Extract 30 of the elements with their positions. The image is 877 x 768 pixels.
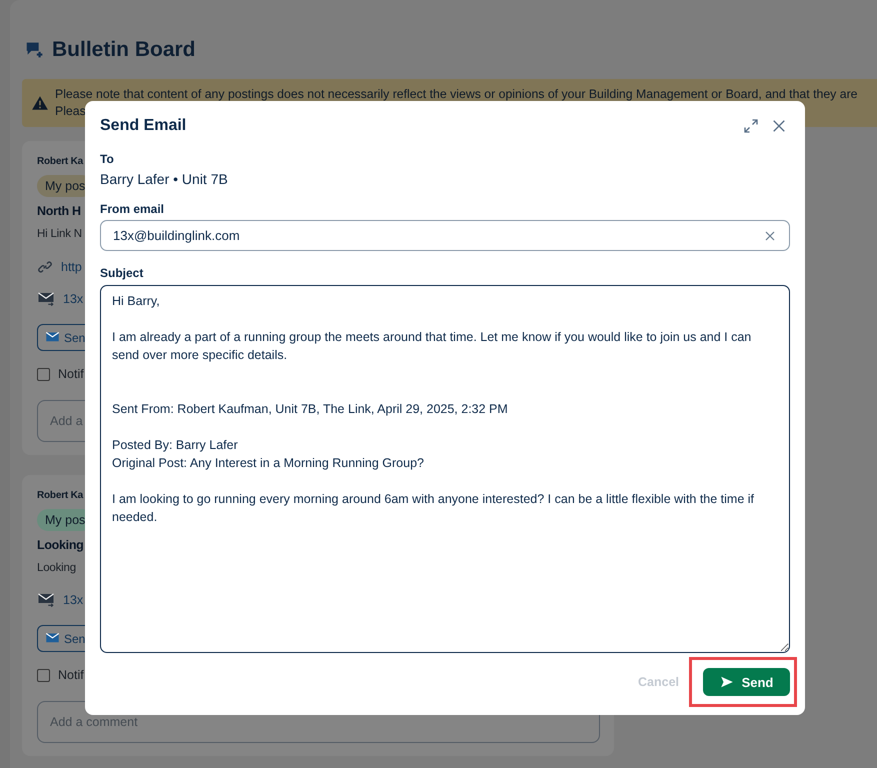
message-field[interactable]: Hi Barry, I am already a part of a running group the meets around that time. Let me know if you would like to join us and I can send over more specific details. Sent From: Robert Kaufman, Unit 7B, The Link, April 29, 2025, 2:32 PM Posted By: Barry Lafer Original Post: Any Interest in a Morning Running Group? I am looking to go running every morning around 6am with anyone interested? I can be a little flexible with the time if needed. bbox=[100, 285, 790, 653]
email-link[interactable]: 13x bbox=[63, 292, 84, 306]
post-body: Hi Link N bbox=[37, 227, 82, 242]
notice-text: Pleas bbox=[55, 103, 87, 120]
dialog-title: Send Email bbox=[100, 117, 186, 135]
expand-icon[interactable] bbox=[742, 117, 760, 135]
send-button[interactable]: Send bbox=[703, 668, 790, 696]
email-link[interactable]: 13x bbox=[63, 593, 84, 607]
author-name: Robert Ka bbox=[37, 155, 83, 168]
field-label: Subject bbox=[100, 266, 144, 280]
notify-checkbox[interactable] bbox=[37, 368, 50, 380]
post-link[interactable]: http bbox=[61, 260, 82, 274]
warning-icon bbox=[31, 94, 49, 112]
email-icon bbox=[37, 591, 55, 609]
notify-label: Notif bbox=[58, 668, 84, 682]
send-icon bbox=[720, 675, 734, 689]
recipient-text: Barry Lafer • Unit 7B bbox=[100, 171, 229, 187]
notice-text: Please note that content of any postings does not necessarily reflect the views or opinions of your Building Management or Board, and that they are bbox=[55, 86, 858, 103]
post-title: Looking bbox=[37, 537, 84, 553]
field-label: From email bbox=[100, 202, 166, 216]
field-label: To bbox=[100, 152, 115, 166]
email-field[interactable]: 13x@buildinglink.com bbox=[100, 220, 790, 251]
notify-label: Notif bbox=[58, 367, 84, 381]
notify-checkbox[interactable] bbox=[37, 668, 50, 682]
email-icon bbox=[37, 290, 55, 308]
page-title: Bulletin Board bbox=[52, 38, 196, 62]
post-body: Looking bbox=[37, 561, 76, 576]
author-name: Robert Ka bbox=[37, 489, 83, 502]
post-title: North H bbox=[37, 203, 81, 219]
link-icon bbox=[37, 259, 53, 275]
